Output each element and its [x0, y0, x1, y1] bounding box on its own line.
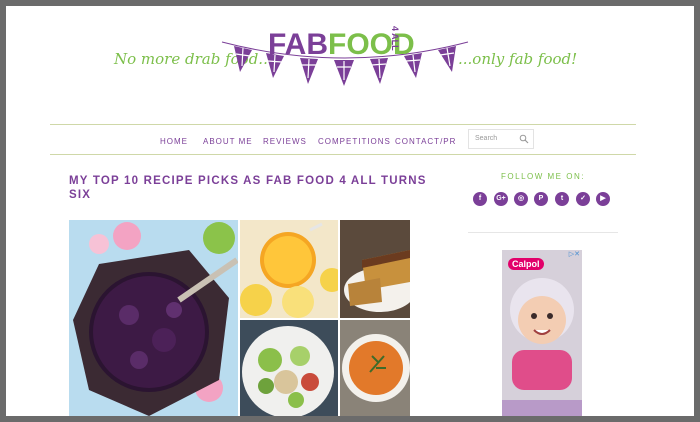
- cake-photo: [340, 220, 410, 318]
- search-icon[interactable]: [519, 134, 529, 144]
- search-placeholder: Search: [475, 135, 498, 142]
- post-title[interactable]: MY TOP 10 RECIPE PICKS AS FAB FOOD 4 ALL…: [69, 174, 429, 202]
- site-header: No more drab food... FABFOOD 4 ALL ...on…: [6, 6, 694, 124]
- ad-brand-label: Calpol: [508, 258, 544, 270]
- soup-photo: [340, 320, 410, 416]
- logo-food: FOOD: [328, 28, 415, 61]
- salad-photo: [240, 320, 338, 416]
- google-plus-icon[interactable]: G+: [494, 192, 508, 206]
- facebook-icon[interactable]: f: [473, 192, 487, 206]
- follow-me-heading: FOLLOW ME ON:: [501, 172, 585, 181]
- nav-home[interactable]: HOME: [160, 137, 188, 146]
- instagram-icon[interactable]: ◎: [514, 192, 528, 206]
- tumblr-icon[interactable]: t: [555, 192, 569, 206]
- tagline-right: ...only fab food!: [458, 50, 578, 68]
- orange-drink-photo: [240, 220, 338, 318]
- logo-fab: FAB: [268, 28, 328, 61]
- page-frame: No more drab food... FABFOOD 4 ALL ...on…: [6, 6, 694, 416]
- nav-competitions[interactable]: COMPETITIONS: [318, 137, 391, 146]
- nav-bottom-rule: [50, 154, 636, 155]
- youtube-icon[interactable]: ▶: [596, 192, 610, 206]
- search-input[interactable]: Search: [468, 129, 534, 149]
- jam-jar-photo: [69, 220, 238, 416]
- advertisement-banner[interactable]: Calpol ▷✕: [502, 250, 582, 416]
- sidebar-divider: [468, 232, 618, 233]
- logo-suffix: 4 ALL: [390, 26, 400, 51]
- nav-reviews[interactable]: REVIEWS: [263, 137, 307, 146]
- ad-close-icon[interactable]: ▷✕: [569, 250, 580, 258]
- nav-contact-pr[interactable]: CONTACT/PR: [395, 137, 456, 146]
- pinterest-icon[interactable]: P: [534, 192, 548, 206]
- twitter-icon[interactable]: ✓: [576, 192, 590, 206]
- post-featured-image[interactable]: [69, 220, 410, 416]
- nav-about-me[interactable]: ABOUT ME: [203, 137, 253, 146]
